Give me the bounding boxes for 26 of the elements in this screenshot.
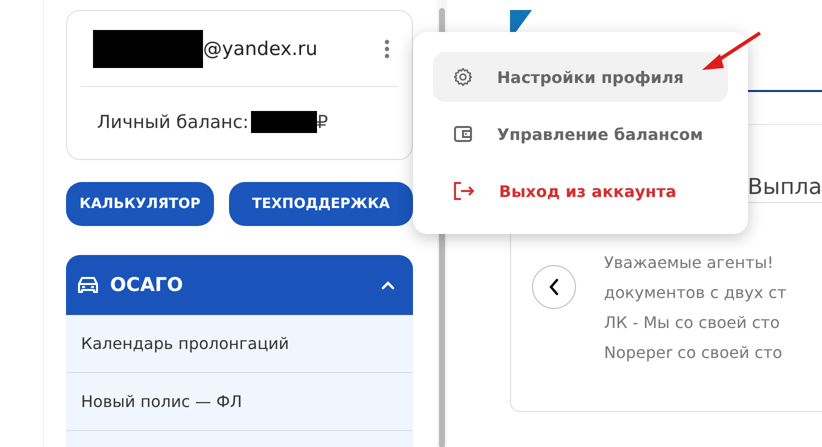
redaction-mark: [250, 111, 317, 133]
logout-icon: [453, 181, 475, 201]
news-text-line: Nopeper со своей сто: [604, 342, 784, 364]
section-header[interactable]: ОСАГО: [66, 255, 413, 315]
email-text: @yandex.ru: [203, 38, 318, 60]
section-heading: Выпла: [748, 175, 822, 200]
car-icon: [78, 276, 98, 294]
nav-item[interactable]: Календарь пролонгаций: [66, 315, 413, 373]
previous-button[interactable]: [532, 265, 576, 309]
menu-item[interactable]: Управление балансом: [433, 109, 728, 159]
balance-label: Личный баланс:: [97, 112, 249, 132]
more-icon[interactable]: [384, 38, 390, 58]
currency-sign: ₽: [316, 112, 328, 132]
menu-item[interactable]: Выход из аккаунта: [433, 166, 728, 216]
chevron-left-icon: [548, 278, 560, 296]
menu-item[interactable]: Настройки профиля: [433, 52, 728, 102]
action-button[interactable]: КАЛЬКУЛЯТОР: [66, 182, 214, 226]
news-text-line: ЛК - Мы со своей сто: [604, 312, 781, 334]
section-title: ОСАГО: [110, 274, 184, 296]
news-text-line: Уважаемые агенты!: [604, 252, 775, 274]
action-button[interactable]: ТЕХПОДДЕРЖКА: [229, 182, 413, 226]
wallet-icon: [453, 124, 473, 144]
news-text-line: документов с двух ст: [604, 282, 786, 304]
chevron-icon: [381, 280, 395, 290]
gear-icon: [453, 67, 473, 87]
nav-item[interactable]: Новый полис — ФЛ: [66, 373, 413, 431]
